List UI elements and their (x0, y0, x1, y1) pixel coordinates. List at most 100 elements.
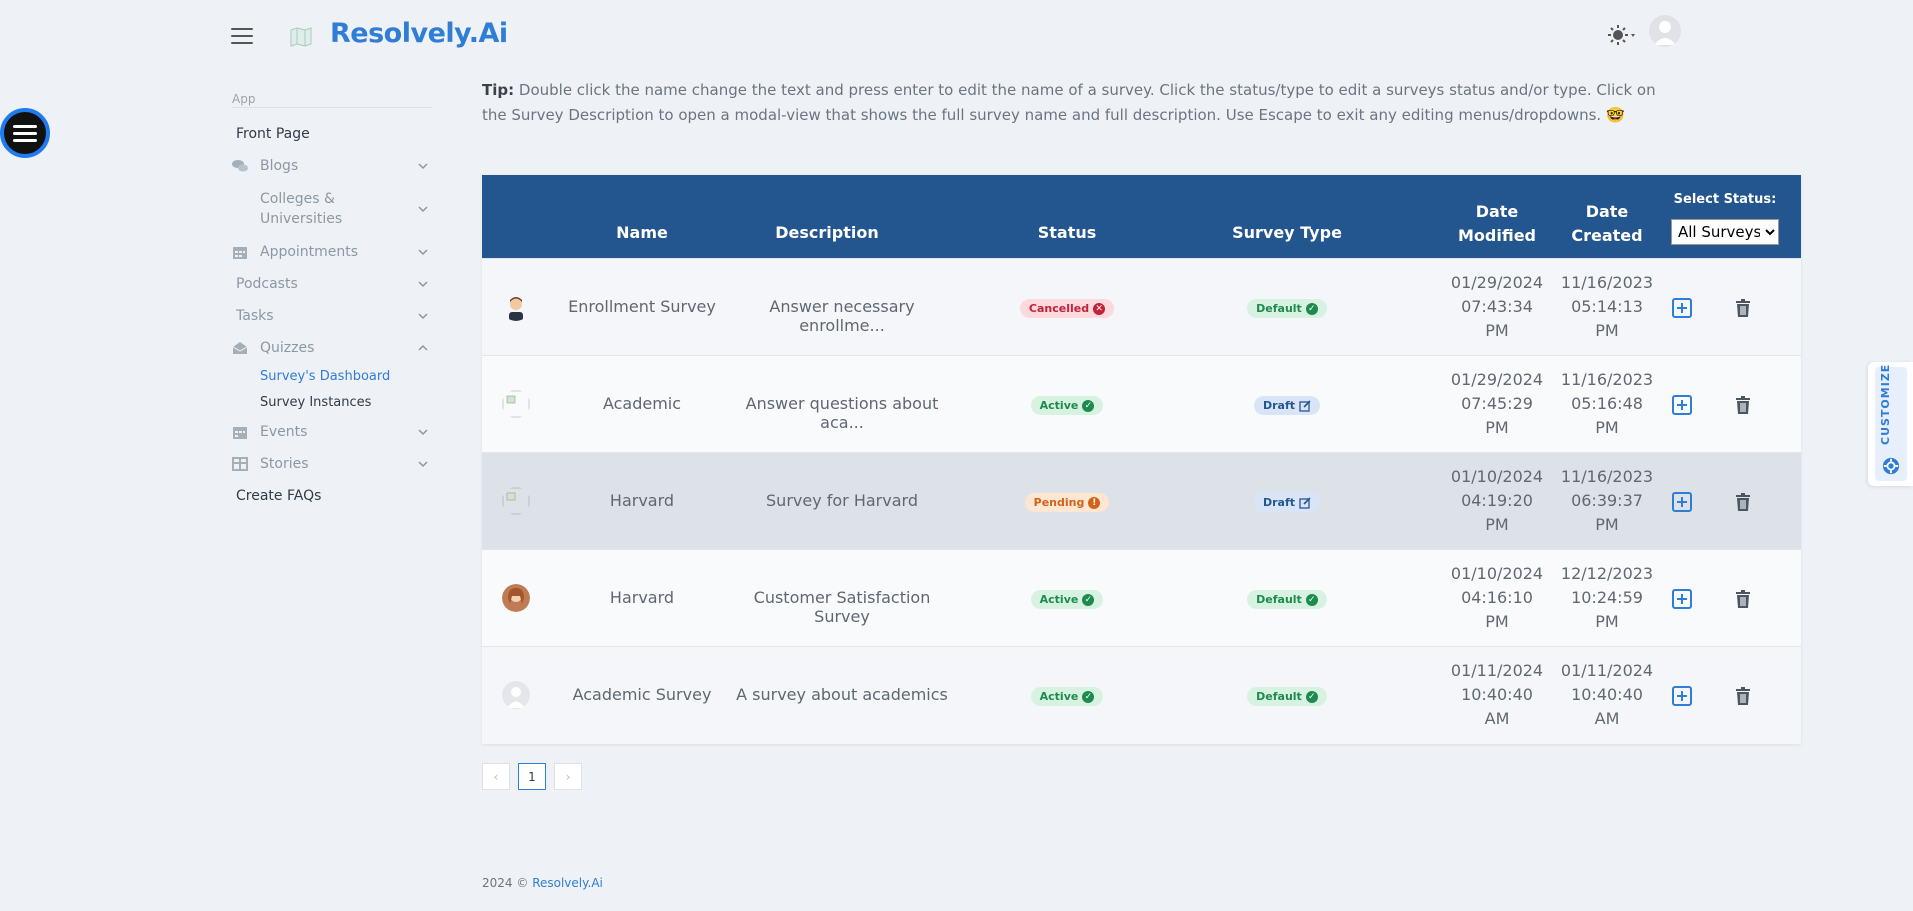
pagination-page-1[interactable]: 1 (518, 763, 546, 790)
survey-type-badge[interactable]: Draft (1253, 493, 1321, 512)
menu-toggle-icon[interactable] (231, 28, 253, 44)
status-badge-label: Pending (1033, 496, 1085, 509)
survey-name[interactable]: Harvard (542, 588, 742, 607)
table-row[interactable]: Harvard Survey for Harvard Pending! Draf… (482, 452, 1801, 549)
table-row[interactable]: Academic Answer questions about aca... A… (482, 355, 1801, 452)
status-badge-label: Active (1039, 593, 1079, 606)
survey-description[interactable]: A survey about academics (727, 685, 957, 704)
status-cell: Active ✓ (992, 588, 1142, 609)
survey-name[interactable]: Academic (542, 394, 742, 413)
ampm-line: AM (1594, 709, 1620, 728)
brand-logo[interactable]: Resolvely.Ai (330, 18, 508, 49)
pagination: ‹ 1 › (482, 763, 582, 790)
pagination-next-button[interactable]: › (554, 763, 582, 790)
chevron-down-icon (418, 429, 428, 436)
survey-type-badge[interactable]: Default ✓ (1247, 299, 1327, 318)
survey-description[interactable]: Survey for Harvard (727, 491, 957, 510)
date-line: 01/10/2024 (1450, 564, 1544, 583)
sidebar-item-label: Appointments (260, 244, 359, 260)
add-square-icon[interactable] (1672, 492, 1692, 512)
survey-type-badge[interactable]: Draft (1253, 396, 1321, 415)
trash-icon[interactable] (1733, 298, 1753, 318)
survey-description[interactable]: Answer necessary enrollme... (727, 297, 957, 335)
date-line: 11/16/2023 (1560, 467, 1654, 486)
date-modified: 01/29/2024 07:45:29 PM (1447, 368, 1547, 440)
sidebar-item-label: Events (260, 424, 308, 440)
select-status-label: Select Status: (1673, 192, 1777, 207)
ampm-line: PM (1485, 418, 1509, 437)
survey-name[interactable]: Harvard (542, 491, 742, 510)
time-line: 04:16:10 (1461, 588, 1533, 607)
time-line: 04:19:20 (1461, 491, 1533, 510)
header-line: Modified (1457, 226, 1536, 245)
sidebar-item-label: Quizzes (260, 340, 315, 356)
logo-map-icon (290, 27, 312, 47)
type-cell: Default ✓ (1212, 588, 1362, 609)
type-cell: Draft (1212, 394, 1362, 415)
survey-type-badge[interactable]: Default ✓ (1247, 687, 1327, 706)
survey-avatar (502, 487, 530, 515)
trash-icon[interactable] (1733, 492, 1753, 512)
status-badge[interactable]: Active ✓ (1030, 396, 1104, 415)
pagination-prev-button[interactable]: ‹ (482, 763, 510, 790)
sidebar-item-appointments[interactable]: Appointments (232, 236, 432, 268)
status-filter-select[interactable]: All Surveys (1671, 219, 1779, 245)
survey-name[interactable]: Academic Survey (542, 685, 742, 704)
trash-icon[interactable] (1733, 395, 1753, 415)
sidebar-item-podcasts[interactable]: Podcasts (232, 268, 432, 300)
sidebar-subitem-surveys-dashboard[interactable]: Survey's Dashboard (260, 364, 432, 390)
trash-icon[interactable] (1733, 589, 1753, 609)
time-line: 10:40:40 (1461, 685, 1533, 704)
sidebar-item-tasks[interactable]: Tasks (232, 300, 432, 332)
survey-name[interactable]: Enrollment Survey (542, 297, 742, 316)
column-header-status: Status (1037, 223, 1097, 242)
table-body: Enrollment Survey Answer necessary enrol… (482, 258, 1801, 743)
status-badge[interactable]: Cancelled ✕ (1019, 299, 1115, 318)
column-header-description: Description (775, 223, 879, 242)
status-indicator-icon: ✓ (1082, 399, 1095, 412)
add-square-icon[interactable] (1672, 686, 1692, 706)
table-row[interactable]: Enrollment Survey Answer necessary enrol… (482, 258, 1801, 355)
survey-type-label: Default (1256, 593, 1302, 606)
status-badge[interactable]: Active ✓ (1030, 687, 1104, 706)
type-cell: Draft (1212, 491, 1362, 512)
survey-description[interactable]: Customer Satisfaction Survey (727, 588, 957, 626)
status-badge[interactable]: Active ✓ (1030, 590, 1104, 609)
type-cell: Default ✓ (1212, 685, 1362, 706)
add-square-icon[interactable] (1672, 589, 1692, 609)
date-created: 11/16/2023 05:14:13 PM (1557, 271, 1657, 343)
user-avatar[interactable] (1649, 15, 1681, 47)
sidebar-item-quizzes[interactable]: Quizzes (232, 332, 432, 364)
date-created: 11/16/2023 06:39:37 PM (1557, 465, 1657, 537)
sidebar-item-front-page[interactable]: Front Page (232, 118, 432, 150)
time-line: 10:24:59 (1571, 588, 1643, 607)
sidebar-item-label: Front Page (236, 126, 310, 142)
survey-type-label: Default (1256, 302, 1302, 315)
date-created: 12/12/2023 10:24:59 PM (1557, 562, 1657, 634)
add-square-icon[interactable] (1672, 298, 1692, 318)
sidebar-item-label: Colleges & Universities (260, 191, 343, 227)
sidebar-item-colleges[interactable]: Colleges & Universities (232, 182, 432, 236)
sidebar-item-events[interactable]: Events (232, 416, 432, 448)
column-header-survey-type: Survey Type (1232, 223, 1342, 242)
status-badge-label: Cancelled (1028, 302, 1090, 315)
trash-icon[interactable] (1733, 686, 1753, 706)
sidebar-item-create-faqs[interactable]: Create FAQs (232, 480, 432, 512)
sidebar: App Front Page Blogs Colleges & Universi… (232, 92, 432, 512)
add-square-icon[interactable] (1672, 395, 1692, 415)
calendar-icon (233, 247, 247, 259)
sidebar-item-stories[interactable]: Stories (232, 448, 432, 480)
status-badge[interactable]: Pending! (1024, 493, 1110, 512)
footer-link[interactable]: Resolvely.Ai (532, 876, 603, 890)
theme-toggle-icon[interactable] (1607, 24, 1639, 46)
sidebar-subitem-survey-instances[interactable]: Survey Instances (260, 390, 432, 416)
status-indicator-icon: ✓ (1082, 690, 1095, 703)
survey-description[interactable]: Answer questions about aca... (727, 394, 957, 432)
customize-tab[interactable]: CUSTOMIZE (1868, 362, 1913, 486)
sidebar-item-blogs[interactable]: Blogs (232, 150, 432, 182)
survey-avatar (502, 293, 530, 321)
floating-menu-button[interactable] (0, 108, 50, 158)
table-row[interactable]: Harvard Customer Satisfaction Survey Act… (482, 549, 1801, 646)
survey-type-badge[interactable]: Default ✓ (1247, 590, 1327, 609)
table-row[interactable]: Academic Survey A survey about academics… (482, 646, 1801, 743)
